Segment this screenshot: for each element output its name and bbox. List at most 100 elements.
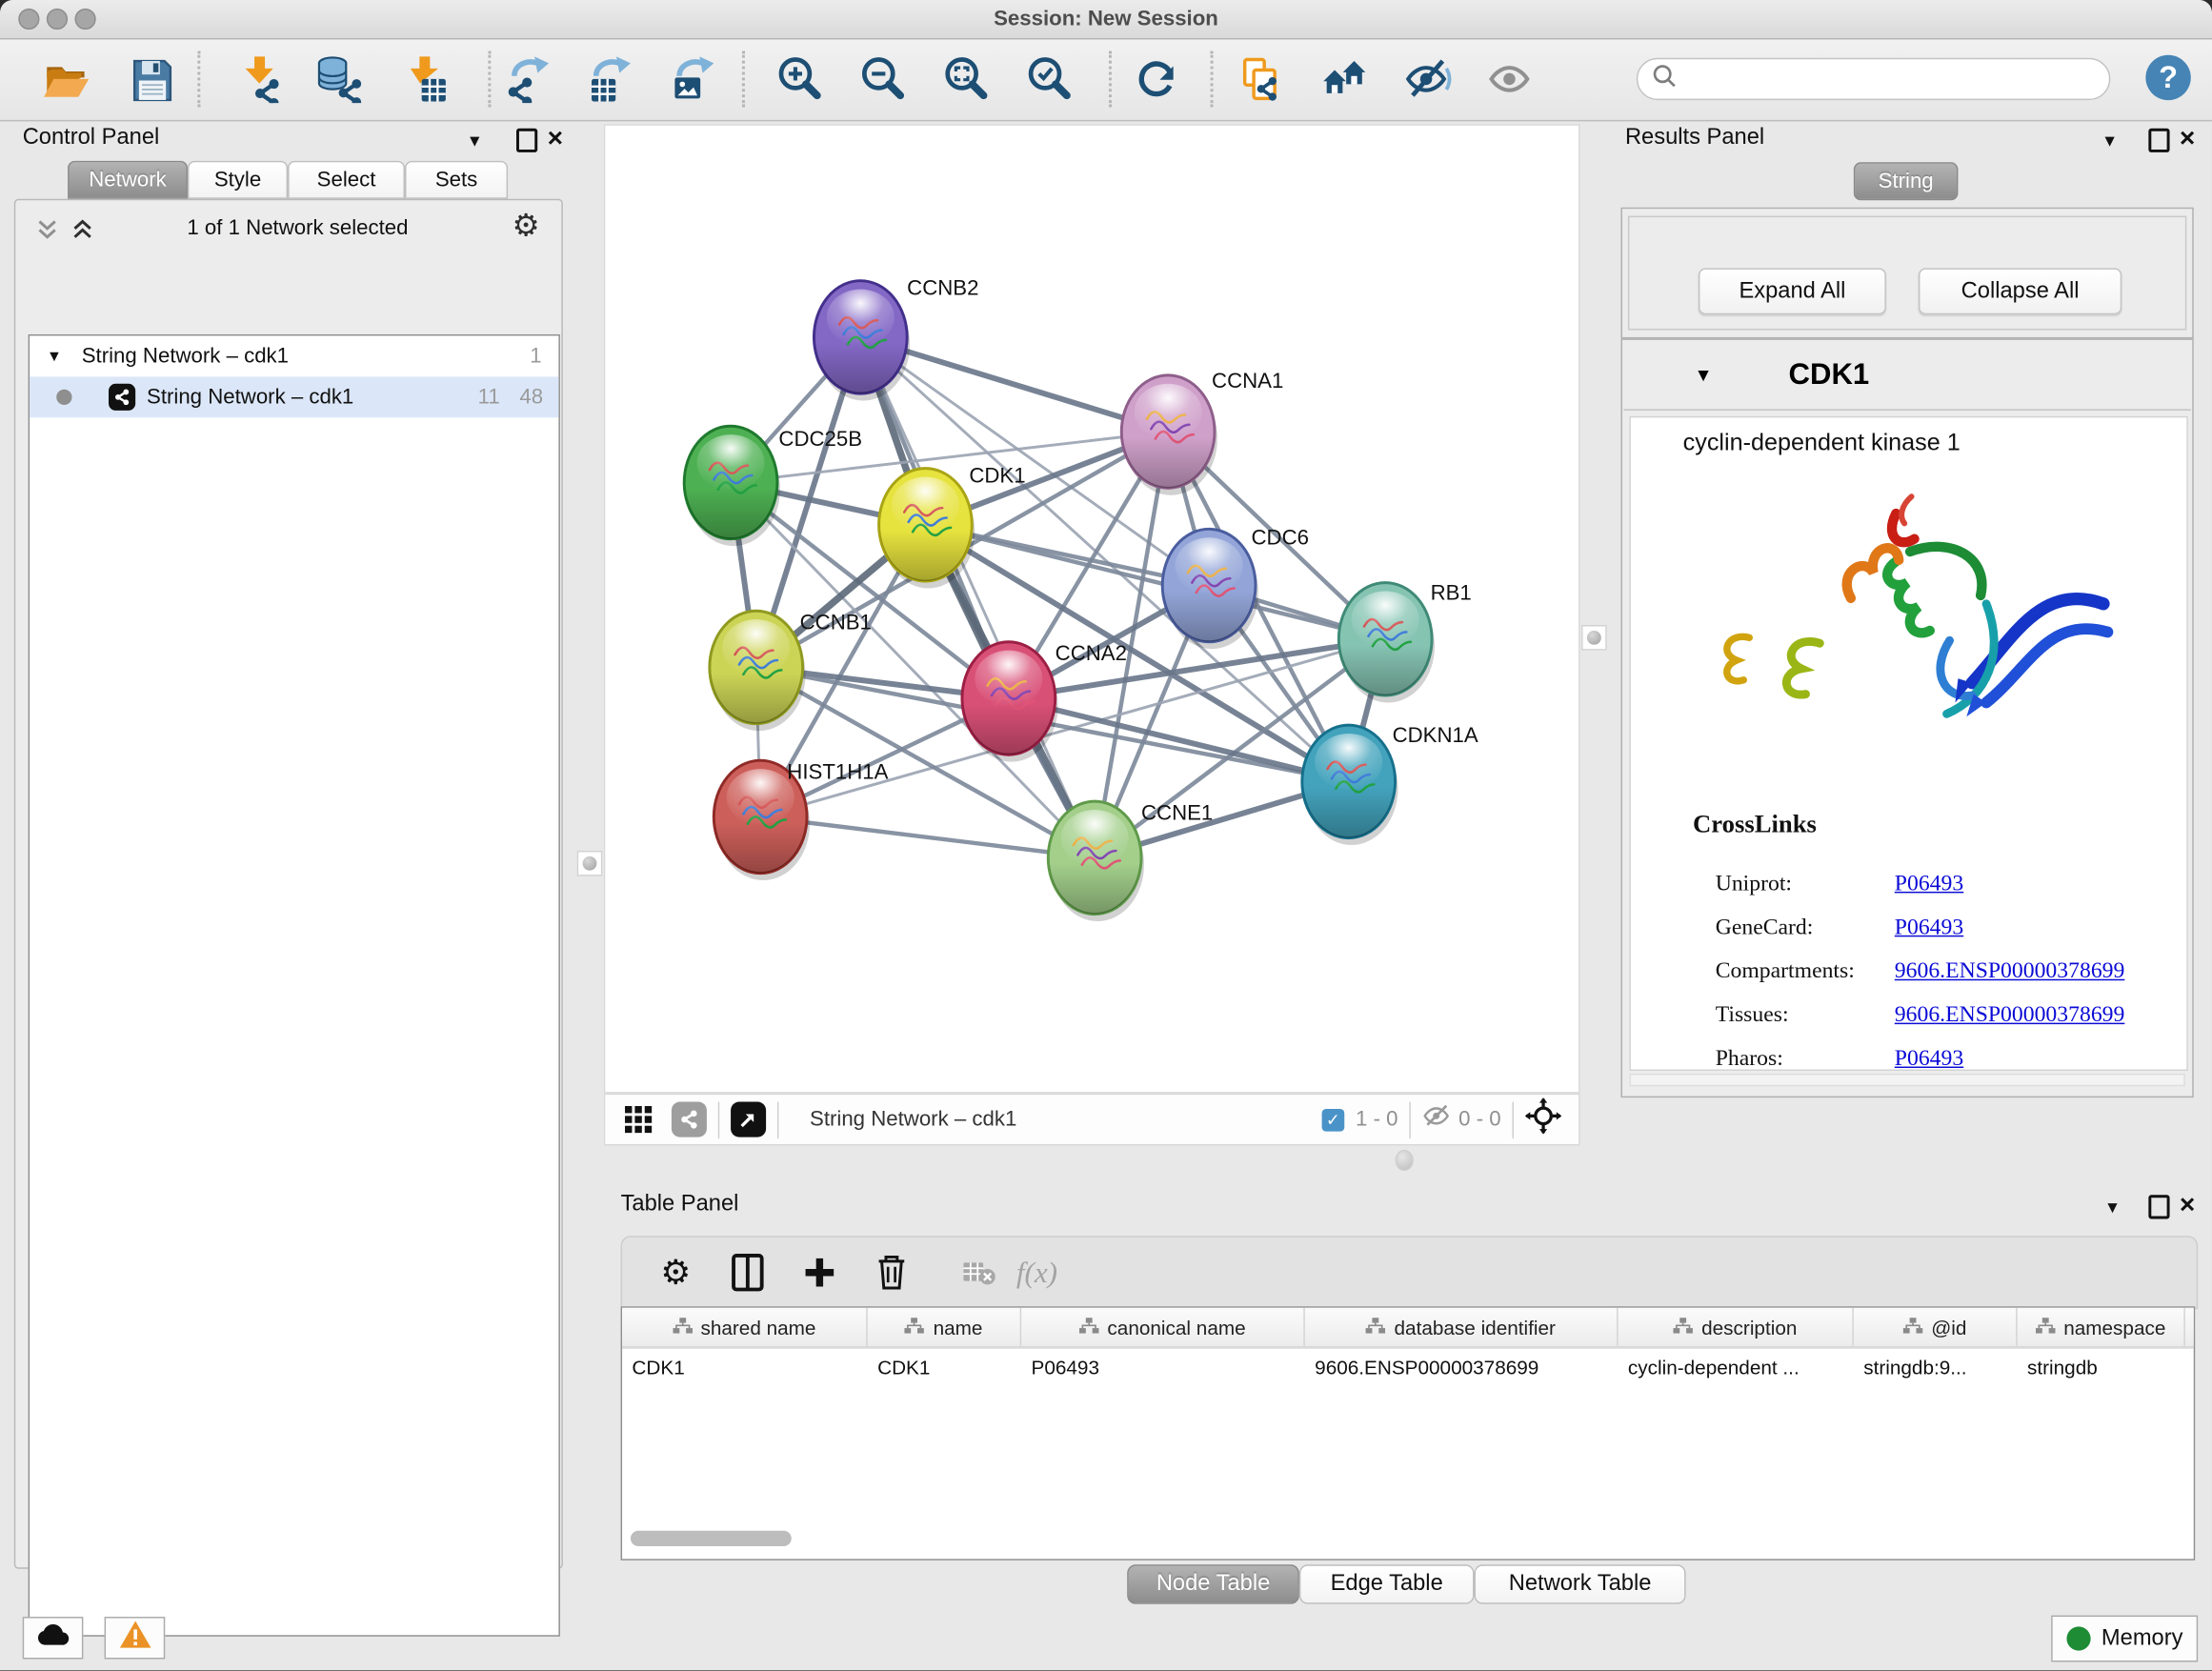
tab-sets[interactable]: Sets xyxy=(405,161,508,199)
crosslink-compartments-link[interactable]: 9606.ENSP00000378699 xyxy=(1895,959,2125,985)
first-neighbors-button[interactable] xyxy=(1317,48,1373,110)
left-splitter-handle[interactable] xyxy=(577,851,603,876)
grid-view-icon[interactable] xyxy=(625,1106,652,1133)
import-network-file-button[interactable] xyxy=(230,48,286,110)
network-node-RB1[interactable]: RB1 xyxy=(1338,580,1471,702)
duplicate-network-button[interactable] xyxy=(1232,48,1288,110)
fit-content-crosshair-icon[interactable] xyxy=(1525,1097,1562,1141)
network-node-CDC6[interactable]: CDC6 xyxy=(1162,526,1309,650)
gene-expander-icon[interactable]: ▼ xyxy=(1695,364,1713,385)
column-header-name[interactable]: name xyxy=(868,1308,1021,1346)
network-collection-row[interactable]: ▼ String Network – cdk1 1 xyxy=(30,335,558,376)
export-image-button[interactable] xyxy=(662,48,718,110)
search-input[interactable] xyxy=(1637,58,2111,100)
crosslink-tissues-link[interactable]: 9606.ENSP00000378699 xyxy=(1895,1003,2125,1029)
network-node-CCNB2[interactable]: CCNB2 xyxy=(814,275,978,400)
export-table-button[interactable] xyxy=(578,48,634,110)
zoom-fit-button[interactable] xyxy=(938,48,995,110)
collapse-all-icon[interactable] xyxy=(35,217,59,249)
tab-network-table[interactable]: Network Table xyxy=(1474,1564,1685,1603)
save-icon xyxy=(134,61,171,100)
collection-count: 1 xyxy=(530,344,541,368)
table-row[interactable]: CDK1CDK1P064939606.ENSP00000378699cyclin… xyxy=(622,1349,2194,1386)
cloud-status-button[interactable] xyxy=(23,1617,84,1659)
help-button[interactable]: ? xyxy=(2145,55,2190,100)
network-node-CCNE1[interactable]: CCNE1 xyxy=(1048,800,1213,921)
open-session-button[interactable] xyxy=(37,48,93,110)
table-cell: CDK1 xyxy=(868,1349,1021,1386)
column-header-namespace[interactable]: namespace xyxy=(2018,1308,2185,1346)
collapse-all-button[interactable]: Collapse All xyxy=(1919,268,2122,314)
column-header-sharedname[interactable]: shared name xyxy=(622,1308,868,1346)
toolbar-separator xyxy=(197,50,200,107)
folder-open-icon xyxy=(44,67,89,96)
expand-all-icon[interactable] xyxy=(70,217,94,249)
zoom-out-button[interactable] xyxy=(855,48,911,110)
network-view-title: String Network – cdk1 xyxy=(810,1107,1016,1131)
table-panel-title: Table Panel xyxy=(621,1192,739,1218)
export-network-button[interactable] xyxy=(496,48,553,110)
refresh-layout-button[interactable] xyxy=(1129,48,1185,110)
memory-button[interactable]: Memory xyxy=(2051,1616,2198,1662)
zoom-selected-button[interactable] xyxy=(1021,48,1077,110)
network-options-gear-icon[interactable]: ⚙ xyxy=(513,209,540,244)
results-panel-close-icon[interactable]: × xyxy=(2180,130,2195,150)
node-table: shared namenamecanonical namedatabase id… xyxy=(621,1306,2196,1560)
save-session-button[interactable] xyxy=(123,48,179,110)
column-header-canonicalname[interactable]: canonical name xyxy=(1021,1308,1305,1346)
network-node-CCNB1[interactable]: CCNB1 xyxy=(710,610,872,731)
network-node-HIST1H1A[interactable]: HIST1H1A xyxy=(714,759,888,880)
network-list: ▼ String Network – cdk1 1 String Network… xyxy=(29,334,560,1637)
show-columns-icon[interactable] xyxy=(722,1249,773,1297)
open-in-browser-icon[interactable] xyxy=(731,1102,766,1137)
import-network-database-button[interactable] xyxy=(311,48,367,110)
gene-section-header[interactable]: ▼ CDK1 xyxy=(1623,340,2190,411)
memory-label: Memory xyxy=(2101,1626,2183,1652)
tab-node-table[interactable]: Node Table xyxy=(1127,1564,1299,1603)
control-panel-close-icon[interactable]: × xyxy=(548,130,563,150)
hide-panels-button[interactable] xyxy=(1399,48,1456,110)
table-cell: stringdb xyxy=(2018,1349,2185,1386)
node-label-CCNA1: CCNA1 xyxy=(1212,369,1283,393)
network-node-CCNA1[interactable]: CCNA1 xyxy=(1121,369,1283,495)
tab-network[interactable]: Network xyxy=(68,161,188,199)
column-header-databaseidentifier[interactable]: database identifier xyxy=(1305,1308,1619,1346)
network-node-CCNA2[interactable]: CCNA2 xyxy=(962,641,1127,762)
results-panel-float-icon[interactable] xyxy=(2148,129,2169,160)
warnings-button[interactable] xyxy=(105,1617,166,1659)
tab-style[interactable]: Style xyxy=(188,161,288,199)
import-table-button[interactable] xyxy=(395,48,452,110)
show-panels-button[interactable] xyxy=(1482,48,1538,110)
zoom-in-button[interactable] xyxy=(772,48,828,110)
tab-string[interactable]: String xyxy=(1854,162,1959,200)
table-horizontal-scrollbar[interactable] xyxy=(631,1531,792,1546)
expand-all-button[interactable]: Expand All xyxy=(1699,268,1886,314)
gene-symbol: CDK1 xyxy=(1789,357,1870,392)
delete-column-trash-icon[interactable] xyxy=(866,1249,916,1297)
selected-nodes-checkbox[interactable]: ✓ xyxy=(1322,1108,1345,1131)
network-row-selected[interactable]: String Network – cdk1 11 48 xyxy=(30,376,558,417)
export-network-icon xyxy=(509,56,549,103)
table-options-gear-icon[interactable]: ⚙ xyxy=(651,1249,701,1297)
column-header-description[interactable]: description xyxy=(1619,1308,1854,1346)
string-share-icon[interactable] xyxy=(672,1102,707,1137)
collection-expander-icon[interactable]: ▼ xyxy=(47,348,62,365)
network-node-CDKN1A[interactable]: CDKN1A xyxy=(1302,723,1478,845)
duplicate-network-icon xyxy=(1245,59,1277,100)
results-panel-menu-icon[interactable]: ▾ xyxy=(2104,130,2114,150)
crosslink-uniprot-link[interactable]: P06493 xyxy=(1895,872,1963,897)
crosslink-pharos-link[interactable]: P06493 xyxy=(1895,1047,1963,1073)
network-canvas[interactable]: CCNB2 CCNA1 CDC25B CDK1 CDC6 RB1 xyxy=(604,124,1580,1093)
gene-details-scrollbar[interactable] xyxy=(1629,1074,2184,1086)
control-panel-float-icon[interactable] xyxy=(516,129,537,160)
tab-edge-table[interactable]: Edge Table xyxy=(1299,1564,1475,1603)
table-panel-close-icon[interactable]: × xyxy=(2180,1197,2195,1217)
add-column-icon[interactable] xyxy=(794,1249,845,1297)
crosslink-genecard-link[interactable]: P06493 xyxy=(1895,916,1963,941)
table-panel-menu-icon[interactable]: ▾ xyxy=(2107,1197,2117,1217)
control-panel-menu-icon[interactable]: ▾ xyxy=(470,130,479,150)
column-header-id[interactable]: @id xyxy=(1854,1308,2018,1346)
horizontal-splitter-handle[interactable] xyxy=(1396,1150,1414,1171)
tab-select[interactable]: Select xyxy=(288,161,405,199)
table-panel-float-icon[interactable] xyxy=(2148,1195,2169,1226)
